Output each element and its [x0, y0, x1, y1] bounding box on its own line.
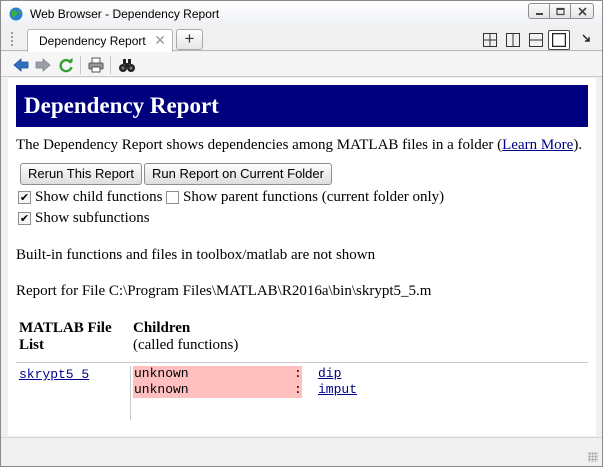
table-divider [16, 362, 588, 363]
title-bar: Web Browser - Dependency Report [1, 1, 602, 27]
child-type: unknown [133, 366, 302, 382]
window-title: Web Browser - Dependency Report [30, 7, 220, 21]
child-link-dip[interactable]: dip [318, 366, 341, 381]
find-button[interactable] [118, 56, 136, 73]
resize-grip-icon[interactable] [588, 452, 598, 462]
report-intro: The Dependency Report shows dependencies… [16, 137, 582, 154]
forward-button[interactable] [34, 56, 52, 73]
tile-grid-button[interactable] [479, 30, 501, 50]
back-button[interactable] [12, 56, 30, 73]
drag-grip-icon[interactable] [11, 32, 15, 46]
window-controls [528, 3, 594, 19]
report-page: Dependency Report The Dependency Report … [8, 78, 596, 436]
tab-label: Dependency Report [39, 34, 146, 48]
report-file-path: Report for File C:\Program Files\MATLAB\… [16, 283, 432, 299]
find-binoculars-icon [119, 58, 135, 72]
column-divider [130, 366, 131, 420]
undock-arrow-icon [582, 34, 590, 42]
learn-more-link[interactable]: Learn More [502, 137, 573, 153]
child-type: unknown [133, 382, 302, 398]
status-bar [1, 437, 602, 466]
toolbar-separator [80, 56, 81, 74]
split-horizontal-button[interactable] [525, 30, 547, 50]
column-header-file-list: MATLAB File List [19, 320, 112, 354]
restore-button[interactable] [549, 3, 571, 19]
option-child-functions: ✔ Show child functions [18, 189, 163, 206]
print-icon [88, 57, 104, 72]
parent-functions-checkbox[interactable] [166, 191, 179, 204]
child-link-imput[interactable]: imput [318, 382, 357, 397]
minimize-icon [535, 12, 543, 15]
builtin-note: Built-in functions and files in toolbox/… [16, 247, 376, 263]
file-link-skrypt5-5[interactable]: skrypt5_5 [19, 367, 89, 382]
minimize-button[interactable] [528, 3, 550, 19]
report-heading: Dependency Report [16, 85, 588, 127]
tile-grid-icon [483, 33, 497, 47]
column-header-children: Children (called functions) [133, 320, 238, 354]
child-functions-checkbox[interactable]: ✔ [18, 191, 31, 204]
globe-icon [9, 7, 23, 21]
browser-window: Web Browser - Dependency Report Dependen… [0, 0, 603, 467]
tab-close-icon[interactable]: ✕ [154, 32, 166, 49]
refresh-icon [59, 57, 73, 72]
maximize-panel-button[interactable] [548, 30, 570, 50]
layout-controls [479, 30, 571, 50]
header-children-line2: (called functions) [133, 337, 239, 353]
child-separator: : [294, 366, 302, 381]
browser-toolbar [1, 52, 602, 77]
new-tab-button[interactable]: + [176, 29, 203, 50]
intro-text-end: ). [573, 137, 583, 153]
header-file-line1: MATLAB File [19, 320, 112, 336]
parent-functions-label: Show parent functions (current folder on… [183, 189, 445, 205]
split-vertical-button[interactable] [502, 30, 524, 50]
maximize-panel-icon [552, 33, 566, 47]
tab-dependency-report[interactable]: Dependency Report ✕ [27, 29, 173, 52]
forward-arrow-icon [35, 57, 51, 72]
child-separator: : [294, 382, 302, 397]
option-parent-functions: Show parent functions (current folder on… [166, 189, 444, 206]
header-file-line2: List [19, 337, 45, 353]
child-functions-label: Show child functions [35, 189, 163, 205]
close-icon [577, 6, 587, 16]
intro-text: The Dependency Report shows dependencies… [16, 137, 503, 153]
option-subfunctions: ✔ Show subfunctions [18, 210, 150, 227]
split-horizontal-icon [529, 33, 543, 47]
subfunctions-checkbox[interactable]: ✔ [18, 212, 31, 225]
run-current-folder-button[interactable]: Run Report on Current Folder [144, 163, 332, 185]
restore-icon [555, 7, 565, 15]
tab-strip: Dependency Report ✕ + [1, 27, 602, 52]
toolbar-separator [110, 56, 111, 74]
rerun-report-button[interactable]: Rerun This Report [20, 163, 142, 185]
back-arrow-icon [13, 57, 29, 72]
split-vertical-icon [506, 33, 520, 47]
undock-button[interactable] [576, 30, 596, 50]
refresh-button[interactable] [57, 56, 75, 73]
print-button[interactable] [87, 56, 105, 73]
close-button[interactable] [570, 3, 594, 19]
header-children-line1: Children [133, 320, 191, 336]
subfunctions-label: Show subfunctions [35, 210, 150, 226]
